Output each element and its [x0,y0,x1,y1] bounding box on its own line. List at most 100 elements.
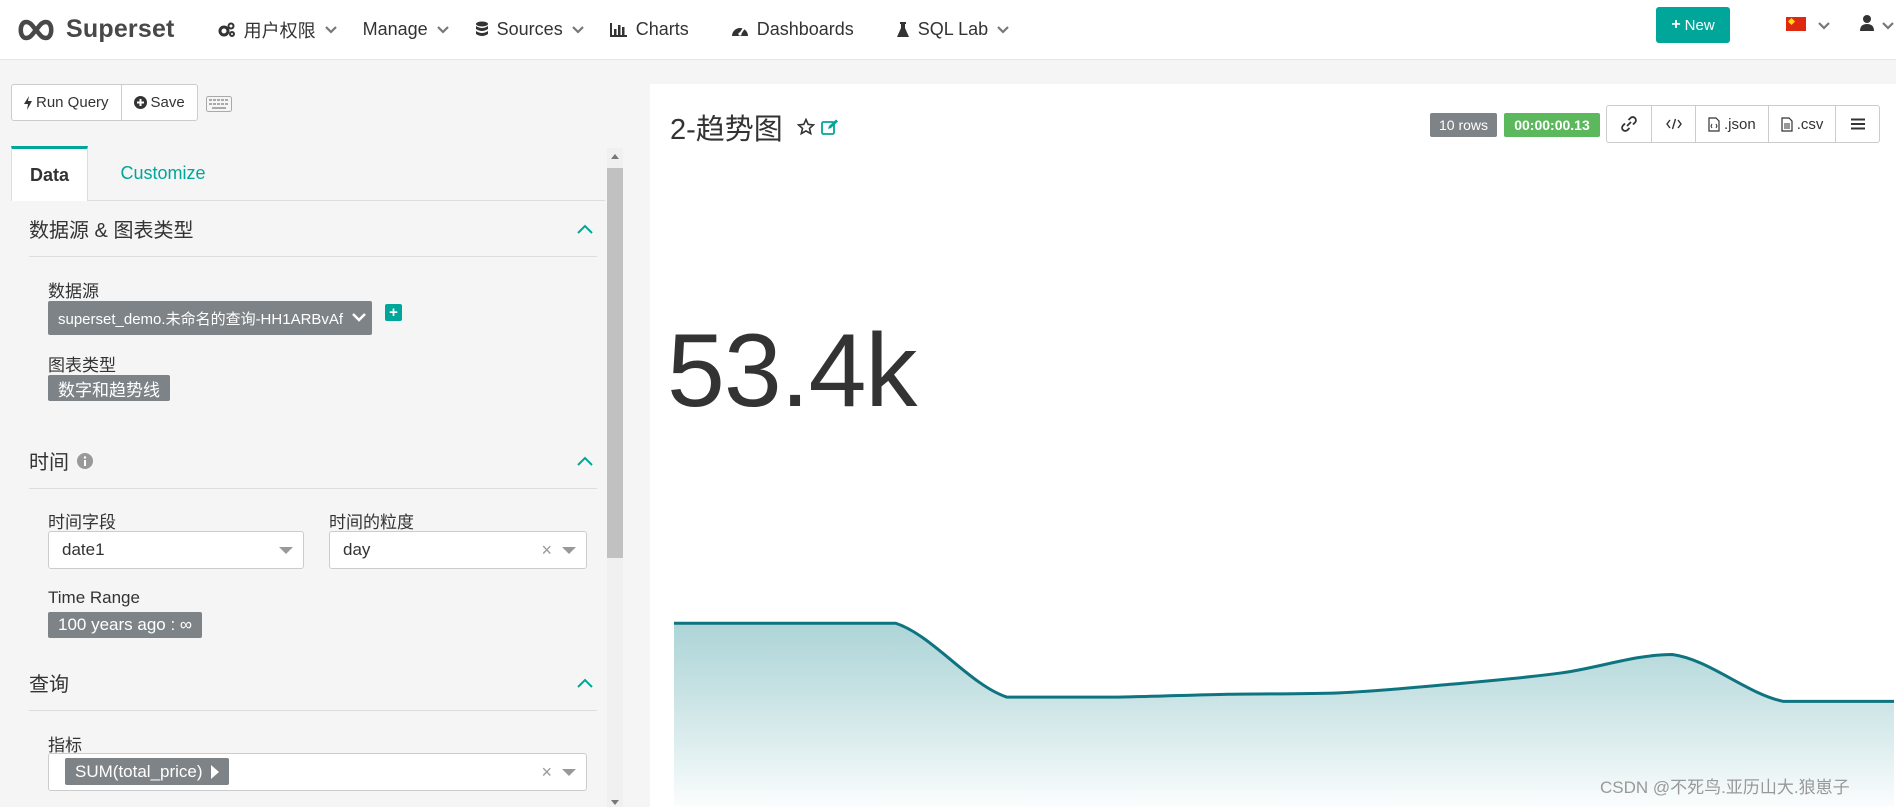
embed-code-button[interactable] [1651,106,1695,142]
top-navbar: Superset 用户权限 Manage Sources Charts Dash… [0,0,1896,60]
save-button[interactable]: Save [120,85,197,120]
chevron-down-icon [571,25,584,34]
new-button[interactable]: + New [1656,7,1730,43]
chevron-up-icon[interactable] [577,678,593,688]
metric-tag[interactable]: SUM(total_price) [65,758,229,785]
scrollbar-thumb[interactable] [607,168,623,558]
export-json-label: .json [1724,115,1756,133]
time-grain-value: day [343,540,371,559]
nav-dashboards[interactable]: Dashboards [718,0,867,60]
section-title: 数据源 & 图表类型 [29,220,194,242]
control-panel: 数据源 & 图表类型 数据源 superset_demo.未命名的查询-HH1A… [11,201,605,807]
nav-manage[interactable]: Manage [350,0,462,60]
section-title: 时间 [29,446,93,475]
bar-chart-icon [609,22,628,37]
chevron-down-icon [997,25,1009,34]
time-range-label: Time Range [48,588,140,607]
chevron-up-icon[interactable] [577,224,593,234]
plus-icon: + [1671,16,1681,33]
watermark: CSDN @不死鸟.亚历山大.狼崽子 [1600,778,1850,797]
section-header-datasource[interactable]: 数据源 & 图表类型 [29,201,597,257]
flask-icon [896,21,910,38]
flag-star-icon [1787,17,1796,26]
brand-name: Superset [66,15,175,43]
nav-sources[interactable]: Sources [462,0,597,60]
section-title: 查询 [29,674,69,696]
user-icon[interactable] [1860,14,1874,32]
nav-manage-label: Manage [362,19,428,39]
nav-charts[interactable]: Charts [597,0,702,60]
section-header-time[interactable]: 时间 [29,433,597,489]
clear-icon[interactable]: × [541,762,552,783]
viz-type-select[interactable]: 数字和趋势线 [48,375,170,401]
datasource-select[interactable]: superset_demo.未命名的查询-HH1ARBvAf [48,301,372,335]
tab-customize[interactable]: Customize [88,146,238,201]
nav-sources-label: Sources [496,19,563,39]
new-button-label: New [1684,16,1715,34]
brand[interactable]: Superset [16,0,175,60]
big-number-value: 53.4k [667,313,917,429]
metrics-select[interactable]: SUM(total_price) × [48,753,587,791]
superset-logo-icon [18,19,54,40]
chart-actions: .json .csv [1606,105,1881,143]
chevron-down-icon [436,25,449,34]
control-panel-tabs: Data Customize [11,146,605,202]
query-time-badge: 00:00:00.13 [1504,113,1600,137]
database-icon [475,21,489,38]
edit-icon[interactable] [820,119,839,135]
control-panel-scrollbar[interactable] [607,148,623,807]
add-datasource-icon[interactable]: + [385,304,402,321]
chevron-down-icon [324,25,337,34]
caret-down-icon [562,547,576,554]
metric-tag-label: SUM(total_price) [75,761,203,781]
export-csv-label: .csv [1796,115,1824,133]
file-code-icon [1708,116,1720,132]
link-icon [1621,116,1637,132]
datasource-value: superset_demo.未命名的查询-HH1ARBvAf [58,310,344,328]
nav-sql-lab[interactable]: SQL Lab [883,0,1022,60]
star-icon[interactable] [796,118,815,136]
nav-user-permissions-label: 用户权限 [243,20,316,41]
clear-icon[interactable]: × [541,540,552,561]
file-text-icon [1781,116,1793,132]
time-range-select[interactable]: 100 years ago : ∞ [48,612,203,638]
time-grain-select[interactable]: day × [329,531,587,569]
gears-icon [218,22,236,38]
time-grain-label: 时间的粒度 [329,513,414,532]
chart-title: 2-趋势图 [670,106,839,148]
chevron-down-icon[interactable] [1818,22,1830,30]
viz-type-label: 图表类型 [48,356,116,375]
scroll-up-icon[interactable] [611,154,619,159]
time-column-label: 时间字段 [48,513,116,532]
section-header-query[interactable]: 查询 [29,655,597,711]
cn-flag-icon[interactable] [1786,17,1806,31]
bolt-icon [24,95,32,110]
caret-down-icon [279,547,293,554]
chart-title-text[interactable]: 2-趋势图 [670,106,783,148]
info-circle-icon[interactable] [77,452,93,469]
export-csv-button[interactable]: .csv [1767,106,1836,142]
run-query-label: Run Query [36,94,109,111]
nav-dashboards-label: Dashboards [756,19,854,39]
chevron-up-icon[interactable] [577,456,593,466]
save-label: Save [150,94,185,111]
chevron-down-icon [352,313,366,322]
time-column-select[interactable]: date1 [48,531,304,569]
run-query-button[interactable]: Run Query [12,85,121,120]
keyboard-icon[interactable] [206,96,232,112]
nav-sql-lab-label: SQL Lab [917,19,989,39]
datasource-label: 数据源 [48,282,99,301]
tab-data[interactable]: Data [11,146,88,202]
time-column-value: date1 [62,540,105,559]
query-toolbar: Run Query Save [11,84,198,121]
row-count-badge: 10 rows [1430,113,1497,137]
dashboard-icon [731,23,749,37]
plus-circle-icon [133,96,147,109]
caret-down-icon [562,769,576,776]
chevron-down-icon[interactable] [1882,22,1894,30]
nav-user-permissions[interactable]: 用户权限 [205,0,350,60]
scroll-down-icon[interactable] [611,800,619,805]
export-json-button[interactable]: .json [1695,106,1768,142]
more-menu-button[interactable] [1835,106,1879,142]
copy-link-button[interactable] [1607,106,1651,142]
